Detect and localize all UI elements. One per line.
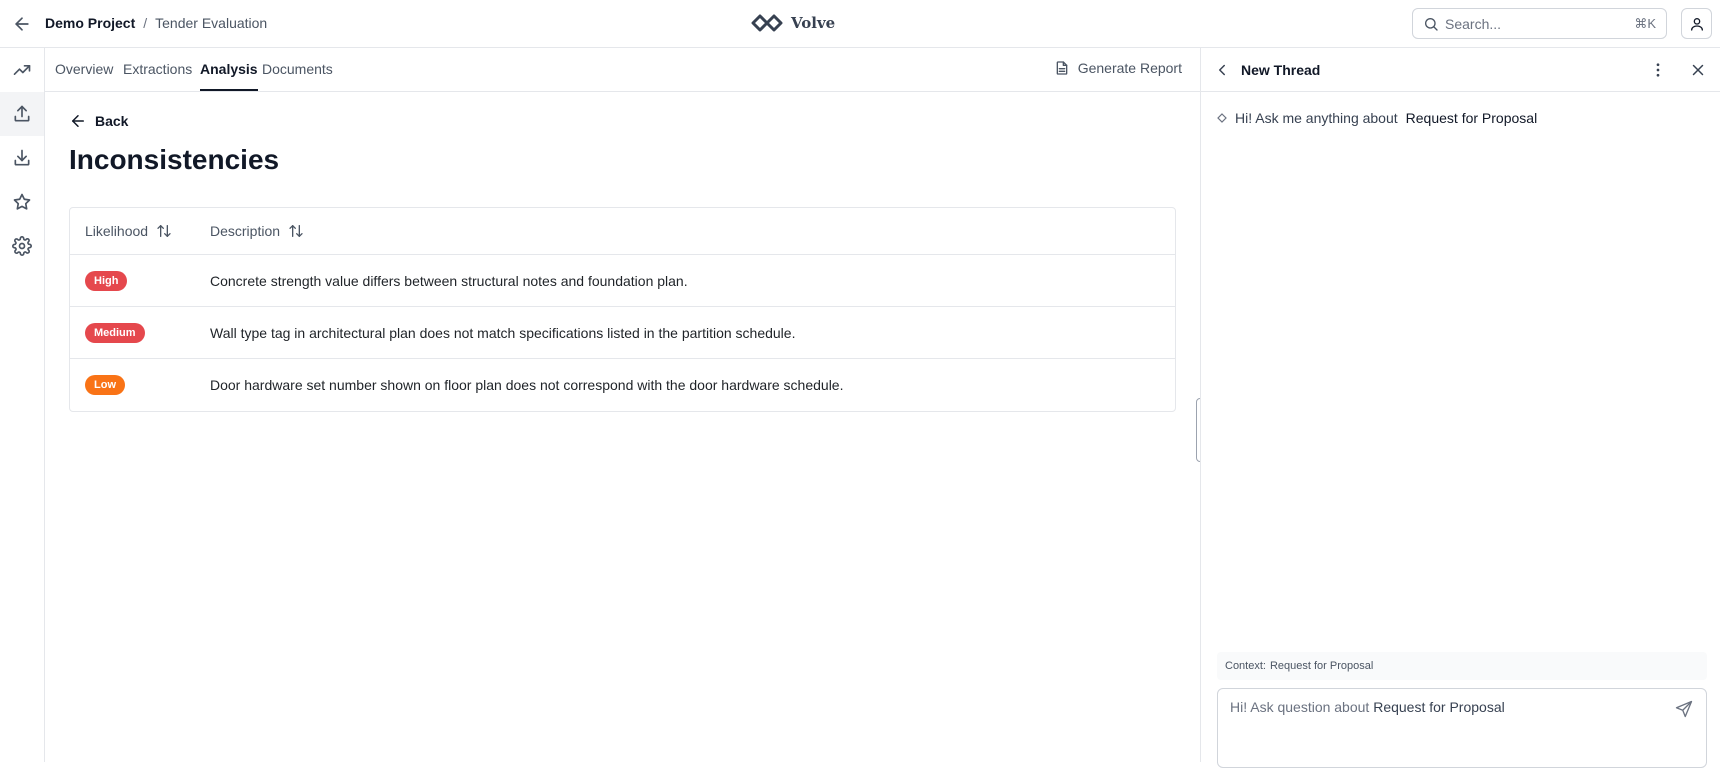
table-row[interactable]: Low Door hardware set number shown on fl…: [70, 359, 1175, 411]
back-label: Back: [95, 113, 129, 129]
tab-documents[interactable]: Documents: [262, 61, 333, 77]
greeting-subject: Request for Proposal: [1405, 110, 1538, 126]
upload-icon: [14, 105, 30, 122]
greeting-prefix: Hi! Ask me anything about: [1235, 110, 1398, 126]
thread-title: New Thread: [1241, 62, 1321, 78]
row-description: Concrete strength value differs between …: [210, 273, 688, 289]
close-icon[interactable]: [1689, 61, 1707, 79]
download-icon: [14, 149, 30, 166]
search-shortcut: ⌘K: [1634, 15, 1656, 31]
breadcrumb-page[interactable]: Tender Evaluation: [155, 15, 267, 31]
search-icon: [1425, 17, 1438, 31]
table-row[interactable]: Medium Wall type tag in architectural pl…: [70, 307, 1175, 359]
rail-upload[interactable]: [0, 92, 44, 136]
column-description-label: Description: [210, 223, 281, 239]
likelihood-badge: Low: [85, 375, 125, 395]
composer-subject: Request for Proposal: [1373, 699, 1505, 715]
brand-logo[interactable]: Volve: [751, 12, 835, 34]
tab-bar: Overview Extractions Analysis Documents …: [45, 48, 1200, 92]
arrow-left-icon: [72, 115, 84, 127]
column-description[interactable]: Description: [210, 223, 304, 239]
tab-analysis[interactable]: Analysis: [200, 61, 258, 77]
search-placeholder: Search...: [1445, 15, 1502, 32]
more-vertical-icon[interactable]: [1649, 61, 1667, 79]
tab-overview[interactable]: Overview: [55, 61, 113, 77]
rail-download[interactable]: [0, 136, 44, 180]
context-value: Request for Proposal: [1269, 660, 1374, 672]
page-title: Inconsistencies: [69, 144, 280, 175]
main-content: Back Inconsistencies Likelihood Descript…: [45, 92, 1200, 762]
breadcrumb-separator: /: [143, 15, 148, 31]
back-button[interactable]: Back: [69, 112, 128, 130]
left-rail: [0, 48, 45, 762]
table-row[interactable]: High Concrete strength value differs bet…: [70, 255, 1175, 307]
sort-icon: [157, 225, 171, 237]
column-likelihood-label: Likelihood: [85, 223, 149, 239]
back-arrow-icon[interactable]: [12, 14, 32, 34]
inconsistencies-table: Likelihood Description High Concrete str…: [69, 207, 1176, 412]
chat-input[interactable]: Hi! Ask question about Request for Propo…: [1217, 688, 1707, 768]
likelihood-badge: Medium: [85, 323, 145, 343]
diamond-icon: [1217, 113, 1227, 123]
top-bar: Demo Project / Tender Evaluation Volve S…: [0, 0, 1720, 48]
table-header: Likelihood Description: [70, 208, 1175, 255]
active-tab-indicator: [200, 89, 258, 91]
composer-prefix: Hi! Ask question about: [1230, 699, 1370, 715]
column-likelihood[interactable]: Likelihood: [85, 223, 172, 239]
chat-header: New Thread: [1201, 48, 1720, 92]
breadcrumb: Demo Project / Tender Evaluation: [45, 15, 267, 31]
row-description: Wall type tag in architectural plan does…: [210, 325, 796, 341]
generate-report-label: Generate Report: [1077, 60, 1182, 76]
context-chip: Context: Request for Proposal: [1217, 652, 1707, 680]
generate-report-button[interactable]: Generate Report: [1054, 60, 1182, 76]
likelihood-badge: High: [85, 271, 128, 291]
settings-icon: [12, 236, 32, 256]
trend-icon: [13, 65, 31, 75]
breadcrumb-project[interactable]: Demo Project: [45, 15, 135, 31]
search-box[interactable]: Search... ⌘K: [1412, 8, 1667, 39]
assistant-message: Hi! Ask me anything about Request for Pr…: [1217, 110, 1537, 126]
user-icon: [1690, 17, 1703, 31]
chevron-left-icon[interactable]: [1213, 61, 1231, 79]
rail-trend[interactable]: [0, 48, 44, 92]
document-icon: [1056, 61, 1068, 75]
send-icon[interactable]: [1674, 699, 1694, 719]
volve-logo-icon: [751, 14, 783, 32]
user-menu-button[interactable]: [1681, 8, 1712, 39]
row-description: Door hardware set number shown on floor …: [210, 377, 844, 393]
tab-extractions[interactable]: Extractions: [123, 61, 192, 77]
chat-input-placeholder: Hi! Ask question about Request for Propo…: [1230, 699, 1505, 715]
star-icon: [13, 193, 31, 210]
rail-settings[interactable]: [0, 224, 44, 268]
chat-panel: New Thread Hi! Ask me anything about Req…: [1200, 48, 1720, 768]
sort-icon: [289, 225, 303, 237]
rail-favorites[interactable]: [0, 180, 44, 224]
context-label: Context:: [1225, 660, 1266, 672]
brand-name: Volve: [791, 14, 836, 32]
